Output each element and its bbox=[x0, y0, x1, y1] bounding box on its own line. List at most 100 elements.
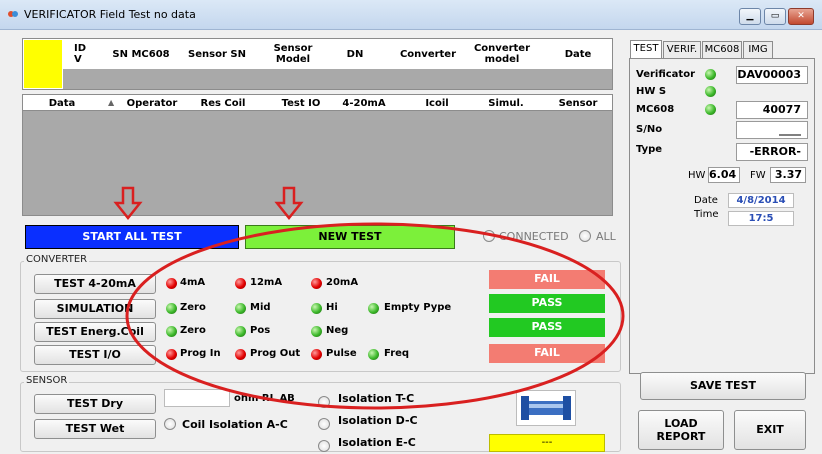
led-empty-pype bbox=[368, 303, 379, 314]
result-energ-coil: PASS bbox=[489, 318, 605, 337]
col-data[interactable]: Data bbox=[40, 98, 84, 109]
led-prog-in bbox=[166, 349, 177, 360]
isolation-dc-label: Isolation D-C bbox=[338, 414, 418, 427]
led-empty-pype-label: Empty Pype bbox=[384, 302, 452, 313]
mc608-label: MC608 bbox=[636, 104, 675, 115]
header-converter: Converter bbox=[399, 49, 457, 60]
led-prog-out bbox=[235, 349, 246, 360]
result-4-20ma: FAIL bbox=[489, 270, 605, 289]
result-io: FAIL bbox=[489, 344, 605, 363]
minimize-button[interactable]: ▁ bbox=[739, 8, 761, 25]
led-coil-zero-label: Zero bbox=[180, 325, 206, 336]
sort-up-icon: ▲ bbox=[108, 98, 115, 107]
isolation-tc-label: Isolation T-C bbox=[338, 392, 415, 405]
tab-img[interactable]: IMG bbox=[743, 41, 773, 58]
connected-radio[interactable] bbox=[483, 230, 495, 242]
isolation-dc-radio[interactable] bbox=[318, 418, 330, 430]
verificator-led bbox=[705, 69, 716, 80]
col-sensor[interactable]: Sensor bbox=[552, 98, 604, 109]
tab-test[interactable]: TEST bbox=[630, 40, 662, 59]
col-icoil[interactable]: Icoil bbox=[412, 98, 462, 109]
exit-button[interactable]: EXIT bbox=[734, 410, 806, 450]
hws-led bbox=[705, 86, 716, 97]
isolation-ec-radio[interactable] bbox=[318, 440, 330, 452]
simulation-button[interactable]: SIMULATION bbox=[34, 299, 156, 319]
yellow-indicator bbox=[24, 40, 62, 88]
col-4-20ma[interactable]: 4-20mA bbox=[338, 98, 390, 109]
led-20ma-label: 20mA bbox=[326, 277, 359, 288]
led-sim-hi-label: Hi bbox=[326, 302, 338, 313]
test-io-button[interactable]: TEST I/O bbox=[34, 345, 156, 365]
test-energ-coil-button[interactable]: TEST Energ.Coil bbox=[34, 322, 156, 342]
col-res-coil[interactable]: Res Coil bbox=[196, 98, 250, 109]
tab-mc608[interactable]: MC608 bbox=[702, 41, 742, 58]
header-idv: ID V bbox=[74, 43, 87, 65]
all-label: ALL bbox=[596, 230, 616, 243]
led-sim-mid bbox=[235, 303, 246, 314]
type-label: Type bbox=[636, 144, 663, 155]
maximize-icon: ▭ bbox=[770, 11, 780, 21]
led-coil-zero bbox=[166, 326, 177, 337]
app-icon bbox=[8, 11, 18, 17]
close-button[interactable]: ✕ bbox=[788, 8, 814, 25]
led-coil-neg-label: Neg bbox=[326, 325, 349, 336]
result-simulation: PASS bbox=[489, 294, 605, 313]
led-sim-zero bbox=[166, 303, 177, 314]
new-test-button[interactable]: NEW TEST bbox=[245, 225, 455, 249]
tab-verif[interactable]: VERIF. bbox=[663, 41, 701, 58]
led-freq-label: Freq bbox=[384, 348, 410, 359]
sensor-label: SENSOR bbox=[24, 375, 70, 386]
pipe-image bbox=[516, 390, 576, 426]
date-value: 4/8/2014 bbox=[728, 193, 794, 208]
led-4ma-label: 4mA bbox=[180, 277, 206, 288]
load-report-button[interactable]: LOAD REPORT bbox=[638, 410, 724, 450]
led-coil-pos-label: Pos bbox=[250, 325, 271, 336]
header-dn: DN bbox=[346, 49, 364, 60]
led-coil-pos bbox=[235, 326, 246, 337]
header-sensor-model: Sensor Model bbox=[273, 43, 313, 65]
col-test-io[interactable]: Test IO bbox=[275, 98, 327, 109]
mc608-value: 40077 bbox=[736, 101, 808, 119]
mc608-led bbox=[705, 104, 716, 115]
header-converter-model: Converter model bbox=[473, 43, 531, 65]
coil-isolation-radio[interactable] bbox=[164, 418, 176, 430]
converter-label: CONVERTER bbox=[24, 254, 90, 265]
top-table-body bbox=[63, 69, 612, 89]
fw-value: 3.37 bbox=[770, 167, 806, 183]
test-4-20ma-button[interactable]: TEST 4-20mA bbox=[34, 274, 156, 294]
led-pulse bbox=[311, 349, 322, 360]
time-value: 17:5 bbox=[728, 211, 794, 226]
verificator-label: Verificator bbox=[636, 69, 696, 80]
led-12ma bbox=[235, 278, 246, 289]
col-simul[interactable]: Simul. bbox=[480, 98, 532, 109]
led-pulse-label: Pulse bbox=[326, 348, 357, 359]
isolation-tc-radio[interactable] bbox=[318, 396, 330, 408]
maximize-button[interactable]: ▭ bbox=[764, 8, 786, 25]
start-all-test-button[interactable]: START ALL TEST bbox=[25, 225, 239, 249]
led-prog-out-label: Prog Out bbox=[250, 348, 301, 359]
header-sn-mc608: SN MC608 bbox=[112, 49, 170, 60]
hw-label: HW bbox=[688, 170, 706, 181]
led-12ma-label: 12mA bbox=[250, 277, 283, 288]
ohm-rl-ab-field[interactable] bbox=[164, 389, 230, 407]
all-radio[interactable] bbox=[579, 230, 591, 242]
header-sensor-sn: Sensor SN bbox=[188, 49, 246, 60]
close-icon: ✕ bbox=[797, 11, 805, 21]
test-dry-button[interactable]: TEST Dry bbox=[34, 394, 156, 414]
save-test-button[interactable]: SAVE TEST bbox=[640, 372, 806, 400]
led-prog-in-label: Prog In bbox=[180, 348, 221, 359]
fw-label: FW bbox=[750, 170, 766, 181]
data-table bbox=[22, 94, 613, 216]
minimize-icon: ▁ bbox=[746, 11, 754, 21]
type-value: -ERROR- bbox=[736, 143, 808, 161]
test-wet-button[interactable]: TEST Wet bbox=[34, 419, 156, 439]
led-freq bbox=[368, 349, 379, 360]
led-sim-zero-label: Zero bbox=[180, 302, 206, 313]
ohm-rl-ab-label: ohm RL AB bbox=[234, 393, 295, 404]
led-4ma bbox=[166, 278, 177, 289]
col-operator[interactable]: Operator bbox=[126, 98, 178, 109]
led-sim-hi bbox=[311, 303, 322, 314]
led-20ma bbox=[311, 278, 322, 289]
sno-value: ____ bbox=[736, 121, 808, 139]
coil-isolation-label: Coil Isolation A-C bbox=[182, 418, 288, 431]
